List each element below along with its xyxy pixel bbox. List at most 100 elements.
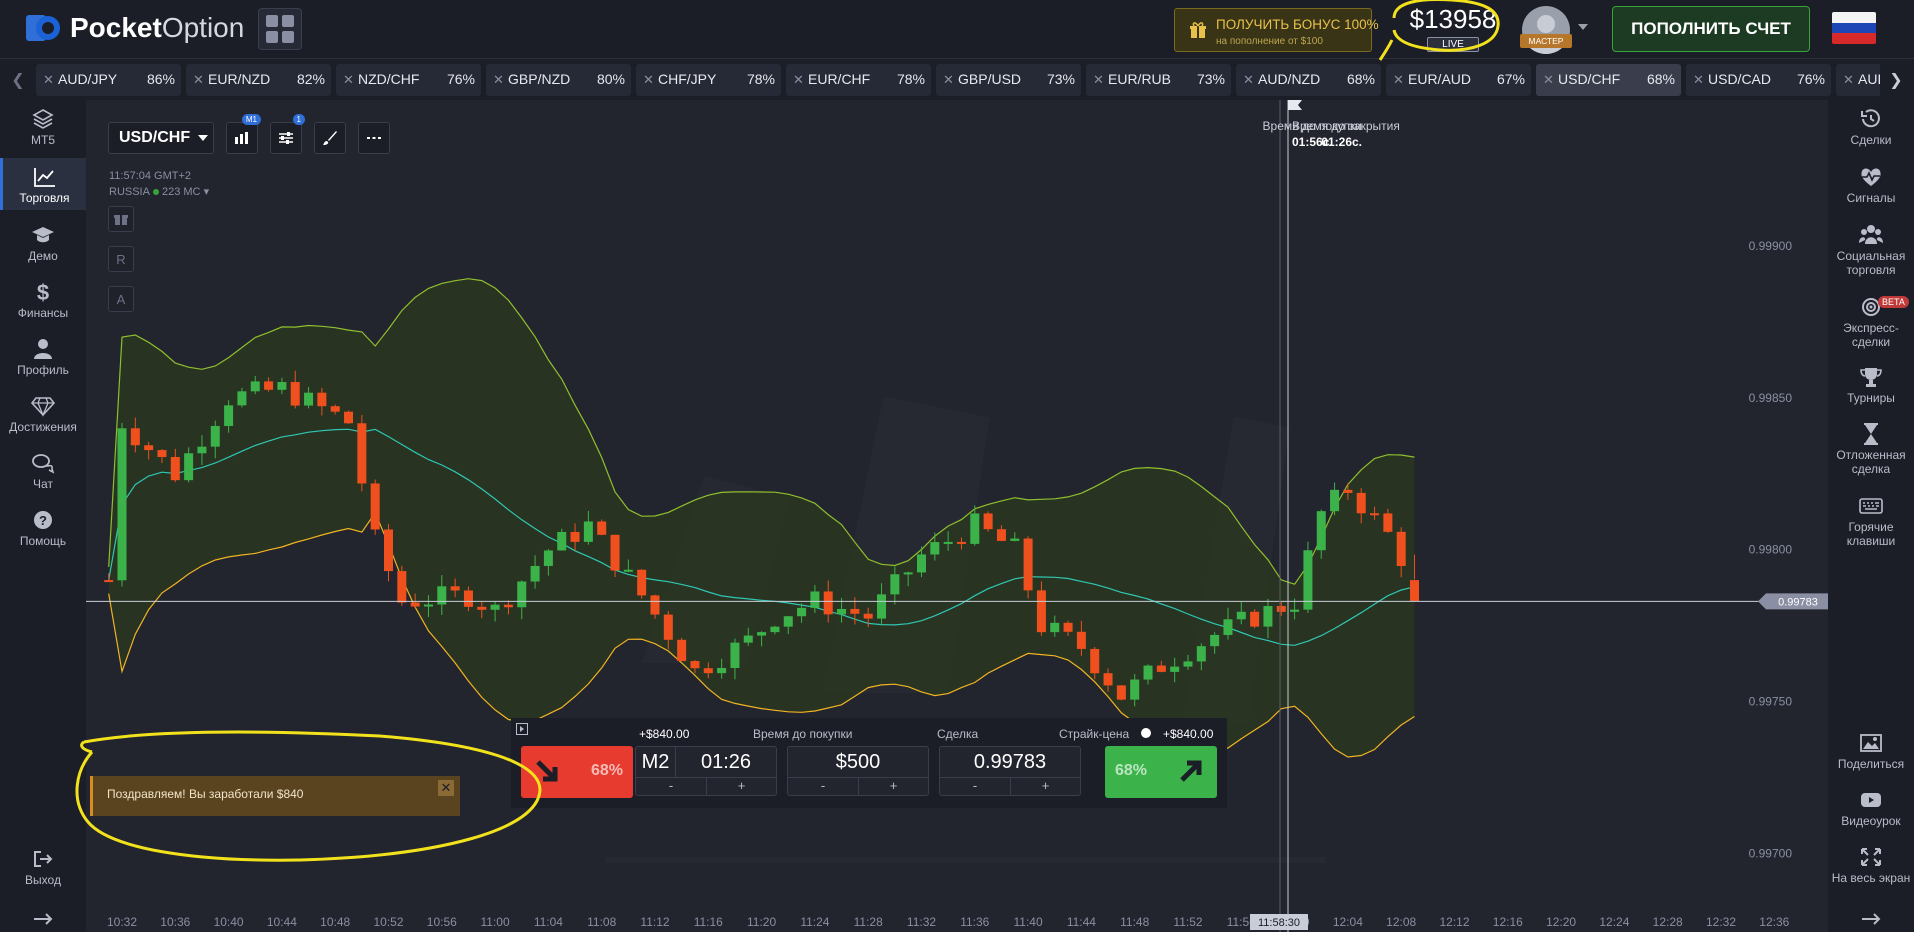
close-icon[interactable]: ✕ [1843,72,1854,88]
tab-payout: 73% [1046,71,1075,87]
drawing-button[interactable] [314,122,346,154]
candle-body [197,446,207,454]
region-label: RUSSIA [109,186,150,198]
collapse-panel-icon[interactable] [516,723,528,735]
asset-tab-eurchf[interactable]: ✕ EUR/CHF 78% [786,64,931,96]
close-icon[interactable]: ✕ [1093,72,1104,88]
sidebar-item-trades[interactable]: Сделки [1828,108,1914,147]
expiry-decrease-button[interactable]: - [636,777,706,795]
sidebar-item-signals[interactable]: Сигналы [1828,166,1914,205]
asset-tab-usdcad[interactable]: ✕ USD/CAD 76% [1686,64,1831,96]
asset-tab-gbpnzd[interactable]: ✕ GBP/NZD 80% [486,64,631,96]
sidebar-item-mt5[interactable]: MT5 [0,108,86,147]
asset-name: USD/CHF [119,129,191,146]
asset-tab-chfjpy[interactable]: ✕ CHF/JPY 78% [636,64,781,96]
close-icon[interactable]: ✕ [1693,72,1704,88]
more-options-button[interactable] [358,122,390,154]
asset-tab-aud[interactable]: ✕AUD/ [1836,64,1880,96]
apps-grid-button[interactable] [258,8,302,50]
asset-tab-eurrub[interactable]: ✕ EUR/RUB 73% [1086,64,1231,96]
candle-body [1223,619,1233,635]
bonus-button[interactable]: ПОЛУЧИТЬ БОНУС 100% на пополнение от $10… [1174,8,1379,52]
close-icon[interactable]: ✕ [43,72,54,88]
close-icon[interactable]: ✕ [493,72,504,88]
sidebar-item-trading[interactable]: Торговля [0,158,86,210]
sidebar-item-help[interactable]: ? Помощь [0,509,86,548]
account-balance[interactable]: $13958 LIVE [1408,4,1498,52]
expand-sidebar-button[interactable] [0,908,86,930]
sidebar-item-achievements[interactable]: Достижения [0,395,86,434]
strike-toggle-icon[interactable] [1141,728,1151,738]
candle-body [210,425,220,447]
indicators-button[interactable]: 1 [270,114,305,154]
expiry-time[interactable]: 01:26 [676,751,776,774]
expiry-increase-button[interactable]: + [706,777,776,795]
close-icon[interactable]: ✕ [1243,72,1254,88]
amount-field[interactable]: $500 - + [787,746,929,796]
asset-tab-gbpusd[interactable]: ✕ GBP/USD 73% [936,64,1081,96]
amount-value[interactable]: $500 [788,751,928,774]
close-icon[interactable]: ✕ [343,72,354,88]
asset-tab-euraud[interactable]: ✕ EUR/AUD 67% [1386,64,1531,96]
sidebar-item-express-trades[interactable]: BETA Экспресс-сделки [1828,296,1914,349]
asset-tab-audnzd[interactable]: ✕ AUD/NZD 68% [1236,64,1381,96]
asset-selector[interactable]: USD/CHF [108,122,214,154]
sidebar-item-share[interactable]: Поделиться [1828,732,1914,771]
close-icon[interactable]: ✕ [793,72,804,88]
asset-tab-nzdchf[interactable]: ✕ NZD/CHF 76% [336,64,481,96]
call-payout: +$840.00 [1163,727,1214,741]
expiry-mode[interactable]: M2 [636,747,676,778]
chevron-down-icon[interactable] [1578,24,1588,30]
candle-body [530,565,540,582]
sidebar-item-tournaments[interactable]: Турниры [1828,366,1914,405]
russia-flag-icon[interactable] [1832,12,1876,44]
tab-symbol: EUR/RUB [1108,71,1172,87]
asset-tab-audjpy[interactable]: ✕ AUD/JPY 86% [36,64,181,96]
drawing-tool-r[interactable]: R [108,246,134,272]
logo[interactable]: PocketOption [24,12,244,44]
close-icon[interactable]: ✕ [1543,72,1554,88]
drawing-tool-a[interactable]: A [108,286,134,312]
chart-type-button[interactable]: M1 [226,114,261,154]
sidebar-item-logout[interactable]: Выход [0,848,86,887]
connection-info[interactable]: RUSSIA 223 МС ▾ [109,184,209,200]
amount-decrease-button[interactable]: - [788,777,858,795]
sidebar-item-pending-trade[interactable]: Отложенная сделка [1828,423,1914,476]
sidebar-item-fullscreen[interactable]: На весь экран [1828,846,1914,885]
tab-symbol: GBP/USD [958,71,1022,87]
tab-payout: 86% [146,71,175,87]
chevron-right-icon[interactable]: ❯ [1880,59,1912,101]
close-icon[interactable]: ✕ [438,780,454,796]
put-button[interactable]: 68% [521,746,633,798]
sidebar-item-profile[interactable]: Профиль [0,338,86,377]
x-tick-label: 11:36 [960,915,989,929]
call-button[interactable]: 68% [1105,746,1217,798]
candle-body [1410,580,1420,602]
close-icon[interactable]: ✕ [1393,72,1404,88]
strike-value[interactable]: 0.99783 [940,751,1080,774]
close-icon[interactable]: ✕ [643,72,654,88]
expiry-field[interactable]: M2 01:26 - + [635,746,777,796]
x-tick-label: 11:28 [854,915,883,929]
drawing-tool-gift[interactable] [108,206,134,232]
asset-tab-eurnzd[interactable]: ✕ EUR/NZD 82% [186,64,331,96]
asset-tab-usdchf[interactable]: ✕ USD/CHF 68% [1536,64,1681,96]
x-tick-label: 12:08 [1386,915,1416,929]
strike-field[interactable]: 0.99783 - + [939,746,1081,796]
strike-decrease-button[interactable]: - [940,777,1010,795]
expand-sidebar-button[interactable] [1828,908,1914,930]
sidebar-item-hotkeys[interactable]: Горячие клавиши [1828,495,1914,548]
close-icon[interactable]: ✕ [193,72,204,88]
sidebar-item-chat[interactable]: Чат [0,452,86,491]
strike-increase-button[interactable]: + [1010,777,1080,795]
amount-increase-button[interactable]: + [858,777,928,795]
sidebar-item-finance[interactable]: $ Финансы [0,281,86,320]
sidebar-item-demo[interactable]: Демо [0,224,86,263]
deposit-button[interactable]: ПОПОЛНИТЬ СЧЕТ [1612,6,1810,52]
notification-text: Поздравляем! Вы заработали $840 [107,787,304,801]
candle-body [477,606,487,610]
sidebar-item-video-lesson[interactable]: Видеоурок [1828,789,1914,828]
sidebar-item-social-trading[interactable]: Социальная торговля [1828,224,1914,277]
close-icon[interactable]: ✕ [943,72,954,88]
chevron-left-icon[interactable]: ❮ [2,59,34,101]
